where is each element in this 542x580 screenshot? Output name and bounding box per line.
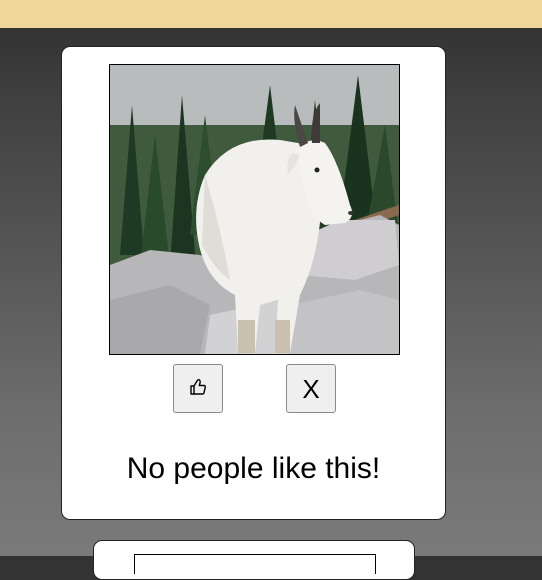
- next-post-image: [134, 554, 376, 574]
- likes-status-text: No people like this!: [126, 452, 381, 485]
- post-card: X No people like this!: [61, 46, 446, 520]
- like-button[interactable]: [173, 364, 223, 413]
- next-post-card: [93, 540, 415, 580]
- post-image: [109, 64, 400, 355]
- top-bar: [0, 0, 542, 28]
- dismiss-button[interactable]: X: [286, 364, 336, 413]
- thumbs-up-icon: [188, 377, 208, 400]
- dismiss-button-label: X: [302, 373, 320, 404]
